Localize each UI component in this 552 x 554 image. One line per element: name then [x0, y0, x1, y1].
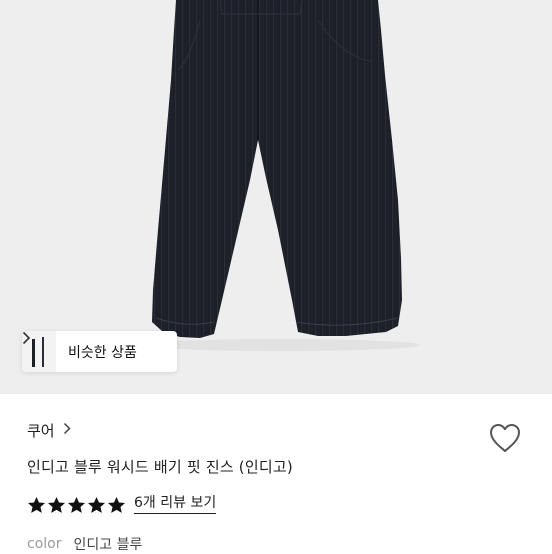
heart-outline-icon[interactable]	[488, 422, 522, 454]
color-label: color	[27, 536, 62, 552]
star-rating	[27, 496, 127, 514]
star-icon	[67, 496, 86, 513]
brand-name: 쿠어	[27, 422, 55, 440]
star-icon	[27, 496, 46, 513]
brand-link[interactable]: 쿠어	[27, 420, 71, 441]
chevron-right-icon	[63, 422, 71, 439]
star-icon	[47, 496, 66, 513]
product-title: 인디고 블루 워시드 배기 핏 진스 (인디고)	[27, 458, 293, 476]
rating-row: 6개 리뷰 보기	[27, 495, 217, 514]
star-icon	[87, 496, 106, 513]
star-icon	[107, 496, 126, 513]
review-link[interactable]: 6개 리뷰 보기	[134, 495, 217, 514]
product-info: 쿠어 인디고 블루 워시드 배기 핏 진스 (인디고) 6개 리뷰 보기 col…	[0, 394, 552, 554]
product-image[interactable]: 비슷한 상품	[0, 0, 552, 394]
color-value: 인디고 블루	[73, 537, 143, 553]
similar-products-label: 비슷한 상품	[68, 344, 137, 361]
color-row: color 인디고 블루	[27, 534, 142, 554]
similar-products-button[interactable]: 비슷한 상품	[22, 331, 177, 372]
